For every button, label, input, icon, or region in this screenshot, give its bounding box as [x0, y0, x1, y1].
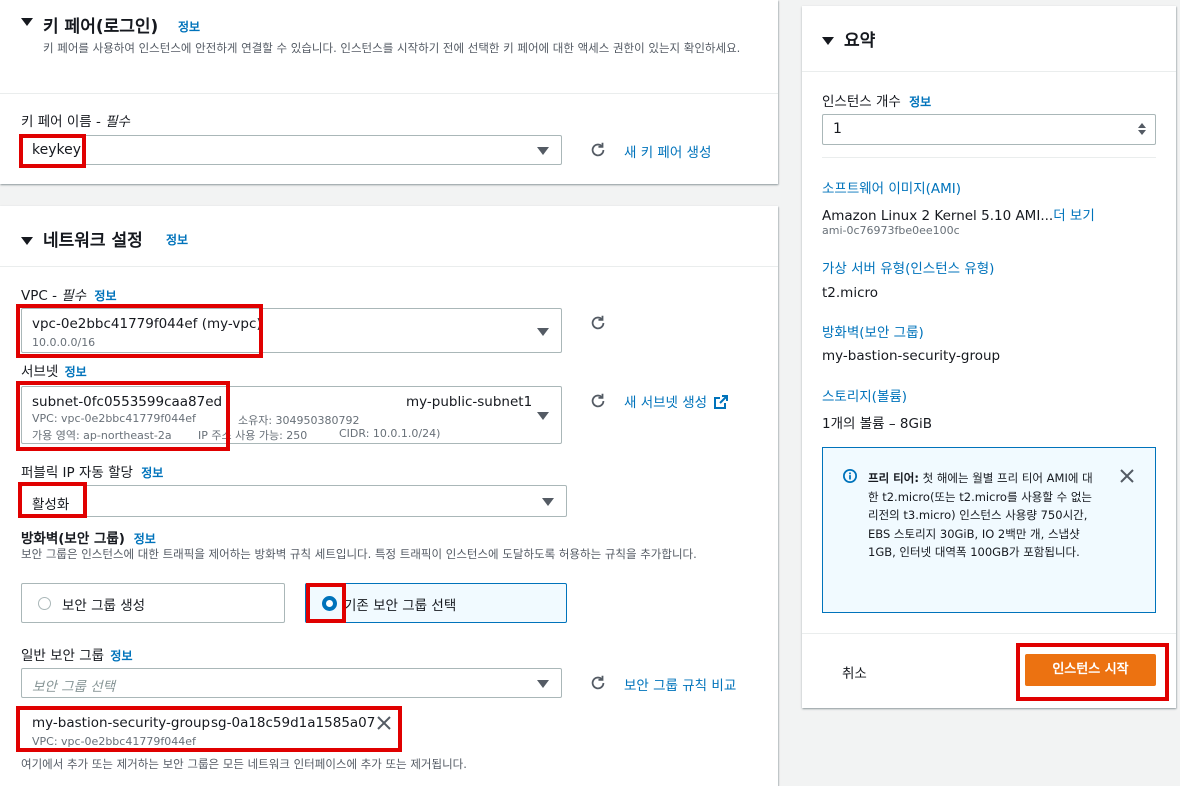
label-text: 서브넷 — [21, 364, 59, 380]
highlight-box — [19, 134, 86, 168]
link-text: 새 서브넷 생성 — [624, 395, 708, 411]
label-text: 방화벽(보안 그룹) — [21, 531, 125, 547]
radio-unchecked-icon[interactable] — [38, 597, 51, 610]
refresh-icon[interactable] — [589, 392, 607, 410]
compare-sg-rules-link[interactable]: 보안 그룹 규칙 비교 — [624, 674, 736, 694]
network-header[interactable] — [21, 233, 33, 249]
collapse-caret-icon[interactable] — [21, 237, 33, 245]
radio-existing-label: 기존 보안 그룹 선택 — [344, 598, 457, 614]
firewall-label: 방화벽(보안 그룹) 정보 — [21, 527, 156, 547]
close-icon[interactable] — [1120, 469, 1134, 483]
network-info-link[interactable]: 정보 — [166, 231, 188, 248]
refresh-icon[interactable] — [589, 141, 607, 159]
keypair-name-label: 키 페어 이름 - 필수 — [21, 110, 130, 130]
keypair-title: 키 페어(로그인) — [43, 17, 159, 37]
subnet-cidr: CIDR: 10.0.1.0/24) — [339, 427, 441, 440]
public-ip-select[interactable]: 활성화 — [21, 485, 567, 517]
highlight-box — [16, 706, 402, 752]
highlight-box — [18, 482, 87, 518]
chevron-down-icon — [537, 680, 549, 688]
ami-id: ami-0c76973fbe0ee100c — [822, 224, 960, 237]
divider — [822, 157, 1156, 158]
storage-value: 1개의 볼륨 – 8GiB — [822, 416, 932, 432]
collapse-caret-icon[interactable] — [822, 37, 834, 45]
subnet-owner: 소유자: 304950380792 — [238, 414, 360, 427]
free-tier-text: 프리 티어: 첫 해에는 월별 프리 티어 AMI에 대한 t2.micro(또… — [868, 469, 1098, 562]
label-text: 퍼블릭 IP 자동 할당 — [21, 465, 133, 481]
keypair-header[interactable] — [21, 14, 33, 30]
instance-count-value: 1 — [833, 121, 842, 137]
radio-create-label: 보안 그룹 생성 — [62, 598, 146, 614]
refresh-icon[interactable] — [589, 674, 607, 692]
firewall-summary-value: my-bastion-security-group — [822, 348, 1001, 364]
required-text: 필수 — [61, 288, 87, 304]
ami-more-link[interactable]: 더 보기 — [1053, 208, 1095, 224]
label-text: VPC - — [21, 288, 62, 304]
ami-value-row: Amazon Linux 2 Kernel 5.10 AMI...더 보기 — [822, 204, 1095, 224]
summary-title: 요약 — [844, 31, 876, 51]
instance-type-value: t2.micro — [822, 285, 879, 301]
public-ip-label: 퍼블릭 IP 자동 할당 정보 — [21, 461, 163, 481]
divider — [0, 93, 778, 94]
instance-count-info-link[interactable]: 정보 — [909, 95, 931, 109]
radio-create-sg[interactable]: 보안 그룹 생성 — [21, 583, 285, 623]
label-text: 인스턴스 개수 — [822, 94, 901, 110]
create-keypair-link[interactable]: 새 키 페어 생성 — [624, 141, 711, 161]
highlight-box — [1016, 643, 1169, 701]
collapse-caret-icon[interactable] — [21, 18, 33, 26]
firewall-summary-link[interactable]: 방화벽(보안 그룹) — [822, 321, 924, 341]
vpc-label: VPC - 필수 정보 — [21, 284, 117, 304]
instance-count-input[interactable]: 1 — [822, 114, 1156, 145]
chevron-down-icon — [537, 412, 549, 420]
firewall-description: 보안 그룹은 인스턴스에 대한 트래픽을 제어하는 방화벽 규칙 세트입니다. … — [21, 547, 697, 561]
sg-footer: 여기에서 추가 또는 제거하는 보안 그룹은 모든 네트워크 인터페이스에 추가… — [21, 757, 467, 771]
label-text: 일반 보안 그룹 — [21, 648, 105, 664]
ami-value: Amazon Linux 2 Kernel 5.10 AMI... — [822, 208, 1054, 224]
instance-type-link[interactable]: 가상 서버 유형(인스턴스 유형) — [822, 257, 994, 277]
summary-panel: 요약 인스턴스 개수 정보 1 소프트웨어 이미지(AMI) Amazon Li… — [802, 6, 1176, 708]
firewall-info-link[interactable]: 정보 — [134, 532, 156, 546]
sg-placeholder: 보안 그룹 선택 — [32, 679, 116, 695]
chevron-down-icon — [537, 328, 549, 336]
instance-count-label: 인스턴스 개수 정보 — [822, 90, 931, 110]
ami-label-link[interactable]: 소프트웨어 이미지(AMI) — [822, 177, 961, 197]
external-link-icon — [714, 395, 729, 409]
label-text: 키 페어 이름 - — [21, 114, 106, 130]
chevron-down-icon — [537, 147, 549, 155]
info-circle-icon — [843, 469, 857, 483]
divider — [802, 71, 1176, 72]
refresh-icon[interactable] — [589, 314, 607, 332]
public-ip-info-link[interactable]: 정보 — [141, 466, 163, 480]
storage-link[interactable]: 스토리지(볼륨) — [822, 385, 907, 405]
keypair-select[interactable]: keykey — [21, 135, 562, 165]
subnet-name: my-public-subnet1 — [406, 394, 533, 410]
summary-header[interactable] — [822, 33, 834, 49]
divider — [0, 266, 778, 267]
stepper-icon[interactable] — [1137, 122, 1147, 136]
subnet-info-link[interactable]: 정보 — [65, 365, 87, 379]
keypair-info-link[interactable]: 정보 — [178, 18, 200, 35]
highlight-box — [16, 381, 230, 451]
required-text: 필수 — [105, 114, 130, 130]
subnet-label: 서브넷 정보 — [21, 360, 87, 380]
highlight-box — [16, 304, 263, 358]
free-tier-alert: 프리 티어: 첫 해에는 월별 프리 티어 AMI에 대한 t2.micro(또… — [822, 447, 1156, 613]
cancel-button[interactable]: 취소 — [842, 662, 867, 682]
network-panel: 네트워크 설정 정보 VPC - 필수 정보 vpc-0e2bbc41779f0… — [0, 206, 778, 786]
sg-label: 일반 보안 그룹 정보 — [21, 644, 133, 664]
create-subnet-link[interactable]: 새 서브넷 생성 — [624, 391, 729, 411]
network-title: 네트워크 설정 — [43, 231, 143, 251]
free-tier-bold: 프리 티어: — [868, 471, 919, 485]
keypair-panel: 키 페어(로그인) 정보 키 페어를 사용하여 인스턴스에 안전하게 연결할 수… — [0, 0, 778, 184]
chevron-down-icon — [542, 498, 554, 506]
divider — [802, 633, 1176, 634]
highlight-box — [306, 583, 346, 623]
keypair-description: 키 페어를 사용하여 인스턴스에 안전하게 연결할 수 있습니다. 인스턴스를 … — [43, 41, 741, 55]
sg-info-link[interactable]: 정보 — [110, 649, 132, 663]
vpc-info-link[interactable]: 정보 — [94, 289, 116, 303]
sg-select[interactable]: 보안 그룹 선택 — [21, 668, 562, 698]
